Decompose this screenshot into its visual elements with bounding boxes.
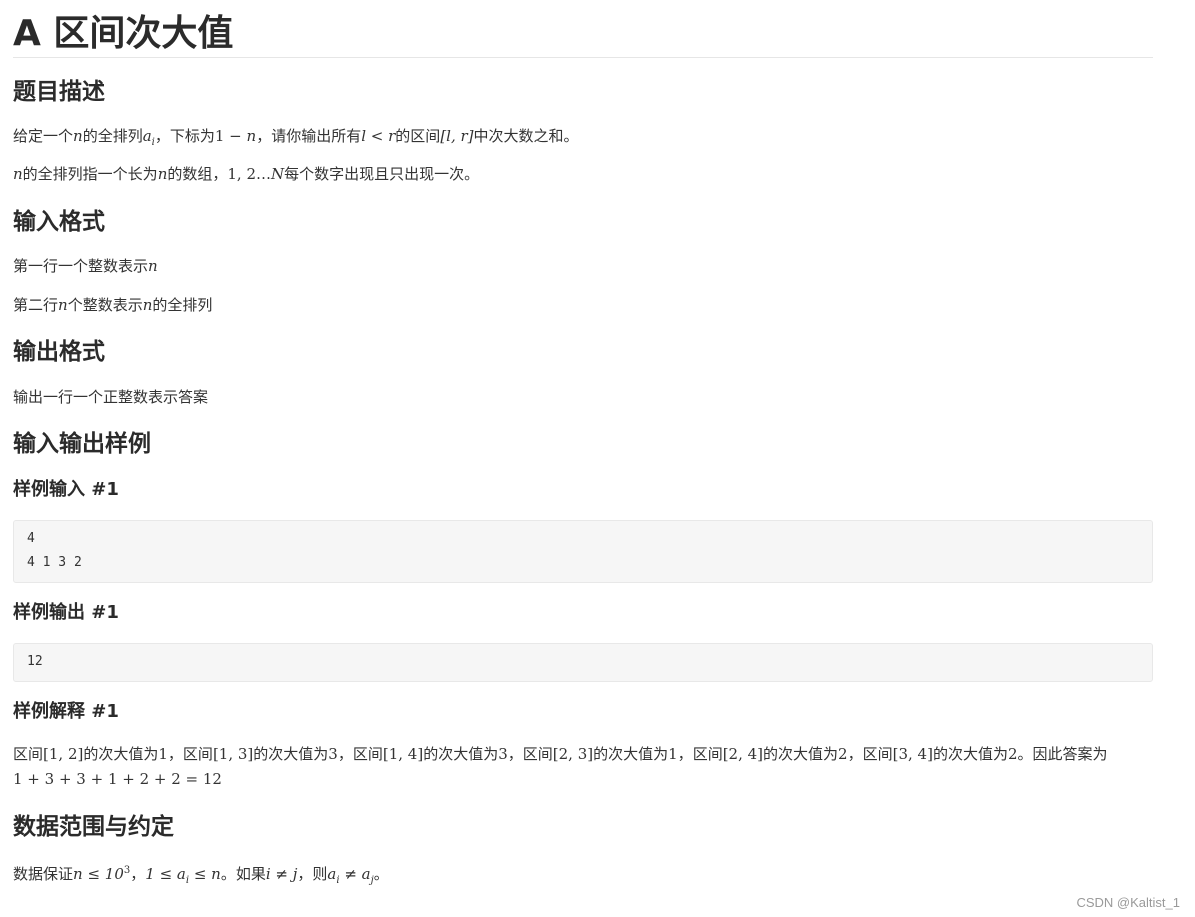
text: 中次大数之和。 (473, 127, 579, 145)
math-value: 1 (158, 745, 168, 763)
output-format-line-1: 输出一行一个正整数表示答案 (13, 388, 209, 406)
output-format-heading: 输出格式 (13, 339, 105, 365)
text: 的次大值为 (593, 745, 669, 763)
math-N: N (271, 165, 285, 183)
csdn-watermark: CSDN @Kaltist_1 (1076, 895, 1180, 910)
math-range: 1 − (214, 127, 247, 145)
text: ，则 (297, 865, 328, 883)
text: 区间 (182, 745, 213, 763)
text: 的全排列 (82, 127, 143, 145)
math-n: n (73, 127, 83, 145)
math-condition: l < r (361, 127, 396, 145)
math-value: 2 (838, 745, 848, 763)
text: ， (167, 745, 183, 763)
sample-explanation-line-2: 1 + 3 + 3 + 1 + 2 + 2 = 12 (13, 767, 222, 791)
constraints-line: 数据保证n ≤ 103，1 ≤ ai ≤ n。如果i ≠ j，则ai ≠ aj。 (13, 859, 389, 893)
input-format-line-2: 第二行n个整数表示n的全排列 (13, 293, 212, 317)
text: 的次大值为 (763, 745, 839, 763)
sample-explanation-line-1: 区间[1, 2]的次大值为1，区间[1, 3]的次大值为3，区间[1, 4]的次… (13, 742, 1108, 766)
code-line: 4 (27, 531, 35, 546)
input-format-line-1: 第一行一个整数表示n (13, 254, 158, 278)
description-paragraph-2: n的全排列指一个长为n的数组，1, 2…N每个数字出现且只出现一次。 (13, 162, 479, 186)
text: 的全排列 (152, 296, 213, 314)
math-value: 3 (328, 745, 338, 763)
text: 第一行一个整数表示 (13, 257, 149, 275)
text: 区间 (692, 745, 723, 763)
math-n: n (246, 127, 257, 145)
math-interval: [2, 3] (552, 745, 594, 763)
math-n: n (142, 296, 153, 314)
sample-output-code-block: 12 (13, 643, 1153, 682)
text: 数据保证 (13, 865, 74, 883)
text: ，下标为 (154, 127, 215, 145)
code-line: 12 (27, 654, 43, 669)
math-bound: n ≤ 10 (73, 865, 124, 883)
text: 每个数字出现且只出现一次。 (284, 165, 480, 183)
sample-input-code-block: 4 4 1 3 2 (13, 520, 1153, 583)
math-n: n (58, 296, 68, 314)
math-n: n (157, 165, 168, 183)
math-n: n (148, 257, 158, 275)
math-n: n (13, 165, 23, 183)
sample-explanation-heading: 样例解释 #1 (13, 701, 119, 722)
text: 。因此答案为 (1017, 745, 1108, 763)
sample-output-heading: 样例输出 #1 (13, 602, 119, 623)
text: 区间 (522, 745, 553, 763)
math-sequence: 1, 2… (227, 165, 271, 183)
text: 的数组， (167, 165, 228, 183)
text: ， (847, 745, 863, 763)
math-interval: [1, 3] (212, 745, 254, 763)
samples-heading: 输入输出样例 (13, 431, 151, 457)
text: 的区间 (395, 127, 441, 145)
math-interval: [3, 4] (892, 745, 933, 763)
math-bound: ≤ n (189, 865, 221, 883)
math-value: 3 (498, 745, 508, 763)
constraints-heading: 数据范围与约定 (13, 814, 174, 840)
text: 。 (373, 865, 389, 883)
text: 的次大值为 (423, 745, 499, 763)
math-interval: [1, 2] (43, 745, 84, 763)
text: ， (130, 865, 146, 883)
math-condition: ≠ a (339, 865, 371, 883)
code-line: 4 1 3 2 (27, 555, 82, 570)
text: 给定一个 (13, 127, 74, 145)
math-interval: [1, 4] (382, 745, 424, 763)
math-value: 2 (1007, 745, 1018, 763)
text: ， (507, 745, 523, 763)
math-value: 1 (668, 745, 678, 763)
text: 的全排列指一个长为 (22, 165, 158, 183)
text: ， (337, 745, 353, 763)
math-sum: 1 + 3 + 3 + 1 + 2 + 2 = 12 (13, 770, 222, 788)
text: ， (677, 745, 693, 763)
math-a: a (142, 127, 152, 145)
text: 区间 (352, 745, 383, 763)
text: 。如果 (220, 865, 266, 883)
description-paragraph-1: 给定一个n的全排列ai，下标为1 − n，请你输出所有l < r的区间[l, r… (13, 124, 579, 155)
text: ，请你输出所有 (256, 127, 362, 145)
title-divider (13, 57, 1153, 58)
sample-input-heading: 样例输入 #1 (13, 479, 119, 500)
math-condition: i ≠ j (265, 865, 298, 883)
text: 的次大值为 (83, 745, 159, 763)
description-heading: 题目描述 (13, 79, 105, 105)
math-bound: 1 ≤ a (145, 865, 186, 883)
input-format-heading: 输入格式 (13, 209, 105, 235)
text: 个整数表示 (67, 296, 143, 314)
page-title: A 区间次大值 (13, 13, 234, 54)
text: 的次大值为 (253, 745, 329, 763)
text: 第二行 (13, 296, 59, 314)
text: 的次大值为 (932, 745, 1008, 763)
math-interval: [l, r] (440, 127, 474, 145)
text: 区间 (13, 745, 44, 763)
text: 区间 (862, 745, 893, 763)
math-interval: [2, 4] (722, 745, 764, 763)
